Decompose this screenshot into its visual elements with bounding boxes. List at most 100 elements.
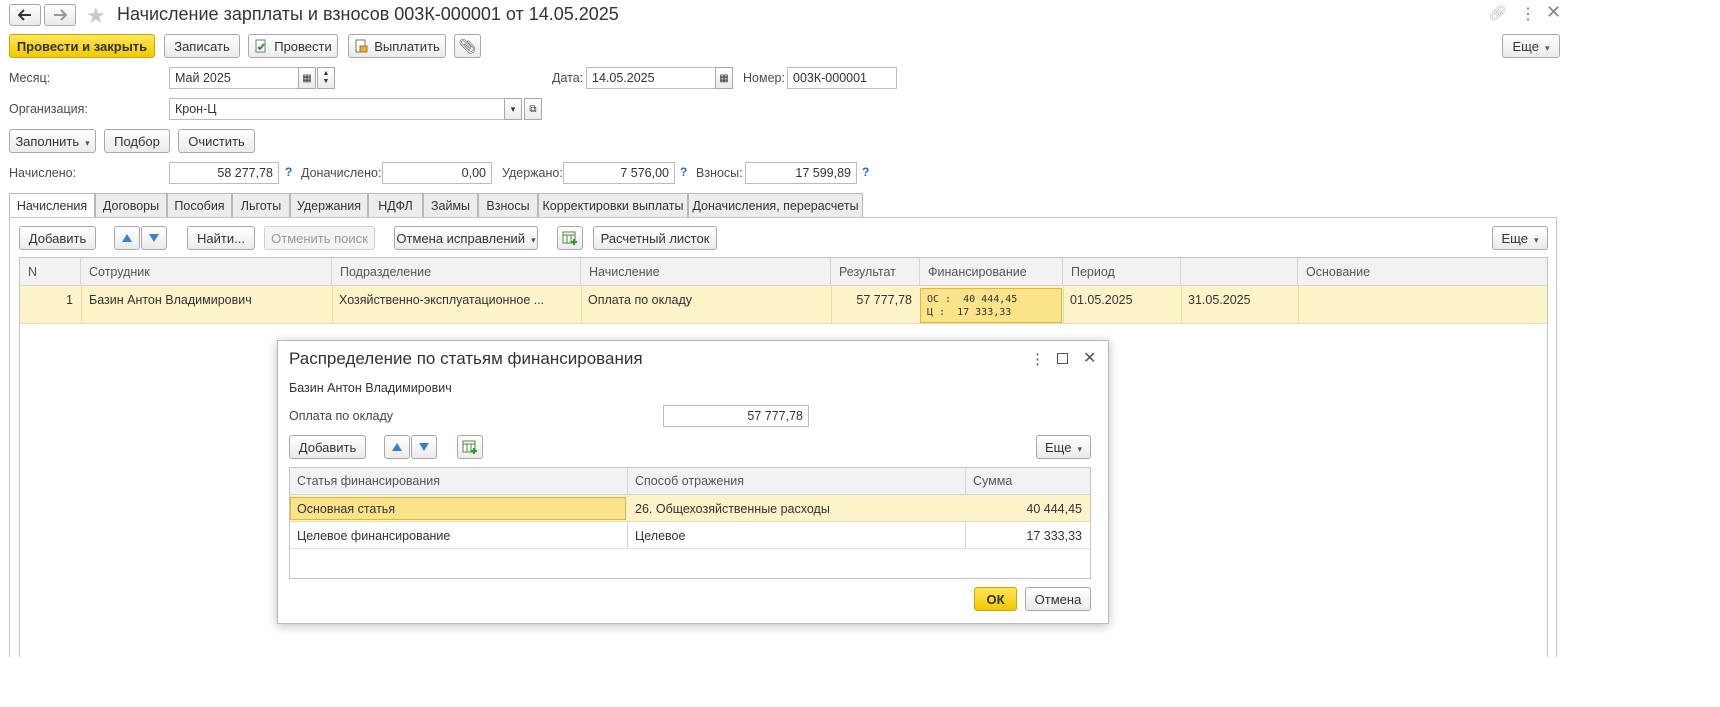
favorite-star-icon[interactable]: ★	[86, 3, 106, 29]
col-result[interactable]: Результат	[831, 258, 920, 286]
number-field[interactable]: 003К-000001	[787, 67, 897, 89]
more-button-top[interactable]: Еще	[1502, 34, 1560, 58]
dialog-accrual-label: Оплата по окладу	[289, 409, 394, 423]
row-cell-dividers	[1181, 286, 1182, 324]
attach-button[interactable]: 📎︎	[454, 34, 481, 58]
org-field[interactable]: Крон-Ц	[169, 98, 505, 120]
dialog-more-label: Еще	[1045, 440, 1082, 455]
back-button[interactable]	[9, 4, 41, 26]
tab-deductions[interactable]: Удержания	[290, 193, 368, 217]
col-basis[interactable]: Основание	[1298, 258, 1547, 286]
cell-period-from: 01.05.2025	[1070, 293, 1133, 307]
arrow-down-icon	[419, 443, 429, 451]
contrib-field: 17 599,89	[745, 162, 857, 184]
tab-contributions[interactable]: Взносы	[478, 193, 538, 217]
dialog-add-button[interactable]: Добавить	[289, 435, 366, 459]
dialog-title: Распределение по статьям финансирования	[289, 349, 643, 368]
cancel-button[interactable]: Отмена	[1025, 587, 1091, 611]
tab-benefits[interactable]: Пособия	[167, 193, 232, 217]
col-accrual[interactable]: Начисление	[581, 258, 831, 286]
dialog-row2-sum: 17 333,33	[1026, 529, 1082, 543]
tab-accruals[interactable]: Начисления	[9, 193, 95, 218]
dialog-row1-sum: 40 444,45	[1026, 502, 1082, 516]
link-icon[interactable]: 🔗︎	[1488, 4, 1507, 22]
month-stepper[interactable]: ▲ ▼	[317, 67, 335, 89]
col-employee[interactable]: Сотрудник	[81, 258, 332, 286]
col-period[interactable]: Период	[1063, 258, 1181, 286]
cell-financing-line1: ОС : 40 444,45	[927, 294, 1018, 305]
dialog-more-button[interactable]: Еще	[1036, 435, 1091, 459]
tab-ndfl[interactable]: НДФЛ	[368, 193, 423, 217]
cell-department: Хозяйственно-эксплуатационное ...	[339, 293, 545, 307]
dialog-col-method[interactable]: Способ отражения	[635, 474, 744, 488]
move-up-button[interactable]	[114, 226, 140, 250]
cancel-fixes-button[interactable]: Отмена исправлений	[394, 226, 538, 250]
table-add-icon-button[interactable]	[557, 226, 583, 250]
date-field[interactable]: 14.05.2025	[586, 67, 716, 89]
accrued-label: Начислено:	[9, 166, 77, 180]
post-button[interactable]: Провести	[248, 34, 338, 58]
calendar-button-month[interactable]: ▦	[298, 67, 316, 89]
post-doc-icon	[255, 39, 266, 53]
cell-period-to: 31.05.2025	[1188, 293, 1251, 307]
more-button-top-label: Еще	[1513, 39, 1550, 54]
col-n[interactable]: N	[20, 258, 81, 286]
cancel-fixes-label: Отмена исправлений	[396, 231, 535, 246]
menu-dots-icon[interactable]: ⋮	[1520, 4, 1536, 24]
withheld-help-icon[interactable]: ?	[680, 165, 687, 179]
window-title: Начисление зарплаты и взносов 003К-00000…	[117, 4, 619, 24]
contrib-label: Взносы:	[696, 166, 743, 180]
arrow-down-icon	[149, 234, 159, 242]
calendar-button-date[interactable]: ▦	[715, 67, 733, 89]
tab-recalculations[interactable]: Доначисления, перерасчеты	[688, 193, 863, 217]
pick-button[interactable]: Подбор	[104, 129, 170, 153]
dialog-move-up-button[interactable]	[384, 435, 410, 459]
chevron-down-icon: ▾	[510, 103, 516, 114]
dialog-close-icon[interactable]: ✕	[1083, 348, 1096, 368]
arrow-up-icon	[392, 443, 402, 451]
cell-result: 57 777,78	[856, 293, 912, 307]
move-down-button[interactable]	[141, 226, 167, 250]
org-dropdown-button[interactable]: ▾	[504, 98, 522, 120]
tab-payment-corrections[interactable]: Корректировки выплаты	[538, 193, 688, 217]
col-department[interactable]: Подразделение	[332, 258, 581, 286]
forward-button[interactable]	[44, 4, 76, 26]
stepper-up-icon: ▲	[322, 70, 330, 77]
dialog-row1-article: Основная статья	[297, 502, 396, 516]
fill-button-label: Заполнить	[15, 134, 89, 149]
col-financing[interactable]: Финансирование	[920, 258, 1063, 286]
calendar-icon: ▦	[719, 72, 729, 84]
add-row-button[interactable]: Добавить	[19, 226, 96, 250]
dialog-col-article[interactable]: Статья финансирования	[297, 474, 440, 488]
pay-button-label: Выплатить	[374, 38, 440, 54]
dialog-col-sum[interactable]: Сумма	[973, 474, 1012, 488]
fill-button[interactable]: Заполнить	[9, 129, 96, 153]
clear-button[interactable]: Очистить	[178, 129, 255, 153]
contrib-help-icon[interactable]: ?	[862, 165, 869, 179]
save-button[interactable]: Записать	[164, 34, 240, 58]
close-icon[interactable]: ✕	[1546, 2, 1561, 23]
post-button-label: Провести	[274, 38, 332, 54]
open-window-icon: ⧉	[529, 103, 537, 115]
payslip-button[interactable]: Расчетный листок	[593, 226, 717, 250]
tab-contracts[interactable]: Договоры	[95, 193, 167, 217]
arrow-left-icon	[18, 9, 31, 21]
month-field[interactable]: Май 2025	[169, 67, 299, 89]
pay-button[interactable]: Выплатить	[348, 34, 446, 58]
withheld-field: 7 576,00	[563, 162, 675, 184]
tab-loans[interactable]: Займы	[423, 193, 478, 217]
post-and-close-button[interactable]: Провести и закрыть	[9, 34, 155, 58]
col-period-end[interactable]	[1181, 258, 1298, 286]
dialog-maximize-icon[interactable]	[1057, 353, 1068, 364]
find-button[interactable]: Найти...	[187, 226, 255, 250]
dialog-move-down-button[interactable]	[411, 435, 437, 459]
more-button-table[interactable]: Еще	[1492, 226, 1548, 250]
tab-privileges[interactable]: Льготы	[232, 193, 290, 217]
ok-button[interactable]: ОК	[974, 587, 1017, 611]
org-open-button[interactable]: ⧉	[524, 98, 542, 120]
dialog-table-add-button[interactable]	[457, 435, 483, 459]
accrued-help-icon[interactable]: ?	[285, 165, 292, 179]
dialog-menu-icon[interactable]: ⋮	[1030, 350, 1045, 368]
number-label: Номер:	[743, 71, 785, 85]
cancel-search-button[interactable]: Отменить поиск	[264, 226, 375, 250]
